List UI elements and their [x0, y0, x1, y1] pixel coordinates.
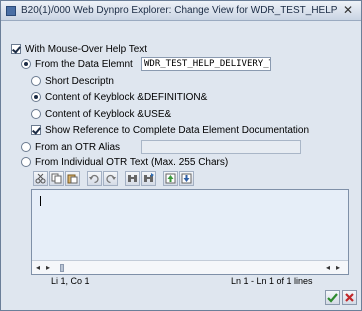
scroll-left-arrow-icon[interactable]: ◂: [36, 262, 40, 273]
scroll-right-end-arrow-icon[interactable]: ▸: [336, 262, 340, 273]
cursor-position: Li 1, Co 1: [51, 276, 90, 286]
short-descr-radio[interactable]: [31, 76, 41, 86]
checkmark-icon: [327, 293, 338, 303]
data-element-field[interactable]: WDR_TEST_HELP_DELIVERY_T: [141, 57, 271, 71]
redo-icon[interactable]: [103, 171, 118, 186]
individual-otr-radio[interactable]: [21, 157, 31, 167]
upload-icon[interactable]: [163, 171, 178, 186]
horizontal-scrollbar[interactable]: ◂ ▸ ◂ ▸: [32, 260, 348, 274]
line-count: Ln 1 - Ln 1 of 1 lines: [231, 276, 313, 286]
download-icon[interactable]: [179, 171, 194, 186]
scroll-thumb[interactable]: [60, 264, 64, 272]
scroll-right-arrow-icon[interactable]: ▸: [46, 262, 50, 273]
cut-icon[interactable]: [33, 171, 48, 186]
from-data-element-label: From the Data Elemnt: [35, 59, 133, 70]
mouse-over-checkbox[interactable]: [11, 44, 21, 54]
close-button[interactable]: ✕: [341, 4, 355, 17]
keyblock-def-label: Content of Keyblock &DEFINITION&: [45, 92, 208, 103]
mouse-over-label: With Mouse-Over Help Text: [25, 44, 148, 55]
undo-icon[interactable]: [87, 171, 102, 186]
text-caret: [40, 196, 41, 206]
show-reference-checkbox[interactable]: [31, 125, 41, 135]
otr-alias-field[interactable]: [141, 140, 301, 154]
copy-icon[interactable]: [49, 171, 64, 186]
find-next-icon[interactable]: [141, 171, 156, 186]
individual-otr-label: From Individual OTR Text (Max. 255 Chars…: [35, 157, 229, 168]
paste-icon[interactable]: [65, 171, 80, 186]
editor-text-area[interactable]: [32, 190, 348, 260]
short-descr-label: Short Descriptn: [45, 76, 114, 87]
otr-alias-radio[interactable]: [21, 142, 31, 152]
keyblock-use-radio[interactable]: [31, 109, 41, 119]
window-title: B20(1)/000 Web Dynpro Explorer: Change V…: [21, 5, 338, 16]
keyblock-def-radio[interactable]: [31, 92, 41, 102]
show-reference-label: Show Reference to Complete Data Element …: [45, 125, 310, 136]
dialog-window: B20(1)/000 Web Dynpro Explorer: Change V…: [0, 0, 362, 311]
editor-status-bar: Li 1, Co 1 Ln 1 - Ln 1 of 1 lines: [31, 275, 349, 289]
cancel-x-icon: [345, 293, 354, 302]
otr-alias-label: From an OTR Alias: [35, 142, 121, 153]
cancel-button[interactable]: [342, 290, 357, 305]
sap-app-icon: [6, 6, 16, 16]
title-bar[interactable]: B20(1)/000 Web Dynpro Explorer: Change V…: [1, 1, 361, 21]
scroll-left-end-arrow-icon[interactable]: ◂: [326, 262, 330, 273]
otr-text-editor[interactable]: ◂ ▸ ◂ ▸: [31, 189, 349, 275]
keyblock-use-label: Content of Keyblock &USE&: [45, 109, 172, 120]
find-icon[interactable]: [125, 171, 140, 186]
confirm-button[interactable]: [325, 290, 340, 305]
from-data-element-radio[interactable]: [21, 59, 31, 69]
